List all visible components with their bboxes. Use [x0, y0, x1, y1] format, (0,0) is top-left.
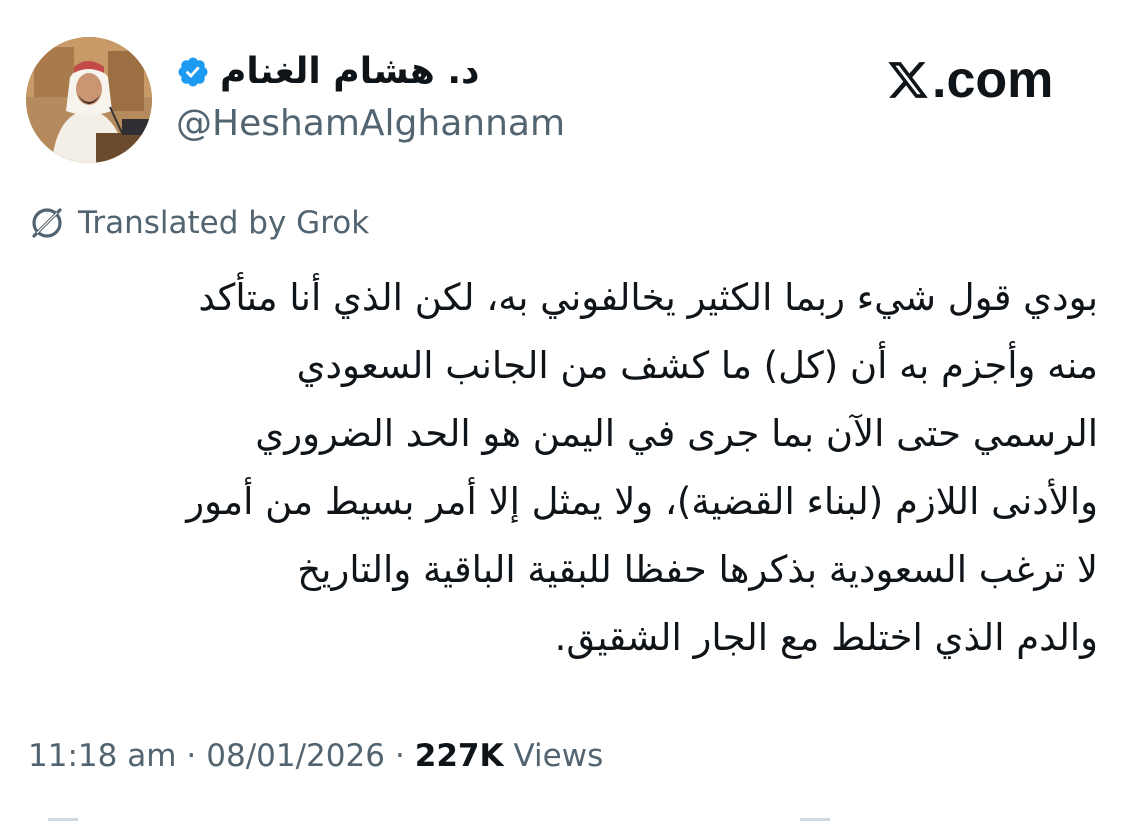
display-name[interactable]: د. هشام الغنام	[220, 44, 480, 100]
tweet-text-line: منه وأجزم به أن (كل) ما كشف من الجانب ال…	[296, 344, 1098, 387]
meta-separator: ·	[394, 738, 405, 774]
site-logo: .com	[886, 50, 1053, 110]
tweet-text-line: الرسمي حتى الآن بما جرى في اليمن هو الحد…	[255, 412, 1098, 455]
tweet-meta: 11:18 am · 08/01/2026 · 227K Views	[28, 730, 603, 782]
x-logo-icon	[886, 57, 930, 103]
translation-notice[interactable]: Translated by Grok	[28, 200, 369, 246]
meta-separator: ·	[186, 738, 197, 774]
share-icon[interactable]	[800, 818, 830, 831]
grok-icon	[28, 204, 66, 242]
tweet-text-line: والأدنى اللازم (لبناء القضية)، ولا يمثل …	[186, 480, 1098, 523]
tweet-text-line: والدم الذي اختلط مع الجار الشقيق.	[554, 616, 1098, 659]
profile-photo	[26, 37, 152, 163]
reply-icon[interactable]	[48, 818, 78, 831]
translation-label: Translated by Grok	[78, 205, 370, 241]
views-label: Views	[513, 738, 604, 774]
author-name-row: د. هشام الغنام	[176, 44, 480, 100]
tweet-text-line: بودي قول شيء ربما الكثير يخالفوني به، لك…	[198, 276, 1098, 319]
views-count[interactable]: 227K	[415, 738, 504, 774]
tweet-time[interactable]: 11:18 am	[28, 738, 176, 774]
avatar[interactable]	[26, 37, 152, 163]
tweet-text: بودي قول شيء ربما الكثير يخالفوني به، لك…	[30, 264, 1098, 672]
site-suffix: .com	[932, 51, 1054, 109]
tweet-date[interactable]: 08/01/2026	[206, 738, 385, 774]
tweet-text-line: لا ترغب السعودية بذكرها حفظا للبقية البا…	[297, 548, 1098, 591]
verified-badge-icon	[176, 55, 210, 89]
user-handle[interactable]: @HeshamAlghannam	[176, 100, 565, 148]
